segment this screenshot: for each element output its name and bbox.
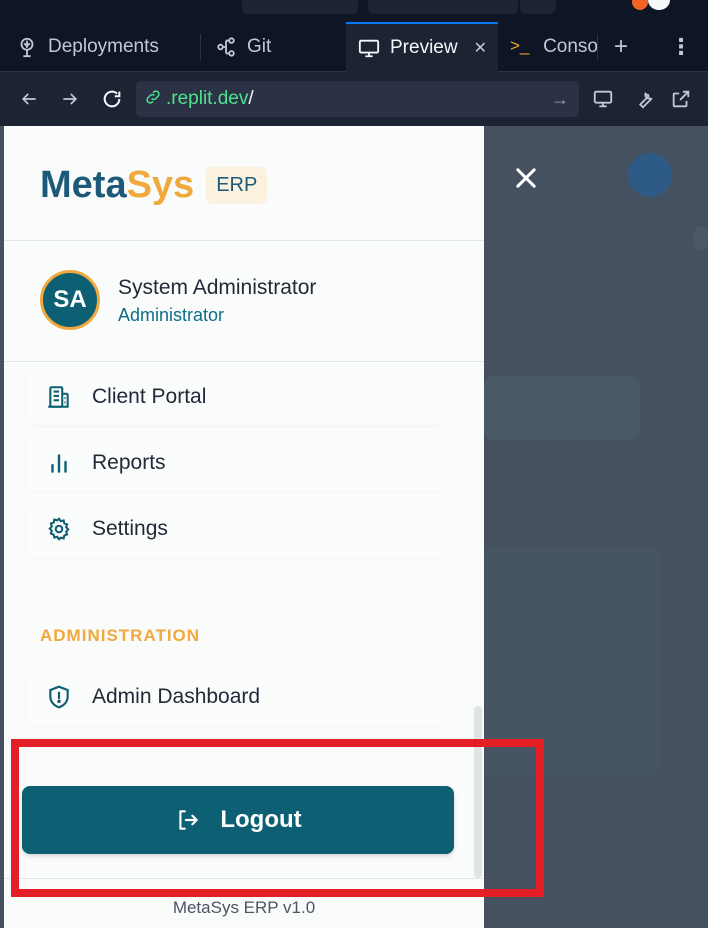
tab-separator [597,34,598,60]
user-avatar-icon[interactable] [648,0,670,10]
background-card [694,226,708,250]
new-tab-plus-icon[interactable]: + [608,22,634,72]
sidebar-item-label: Admin Dashboard [92,685,261,708]
brand-name-sys: Sys [126,164,195,206]
gear-icon [46,516,72,542]
sidebar-item-admin-dashboard[interactable]: Admin Dashboard [26,669,448,725]
tab-label: Conso [543,36,598,57]
sidebar-item-settings[interactable]: Settings [26,501,448,557]
user-name: System Administrator [118,276,317,299]
sidebar-item-label: Settings [92,517,168,540]
shield-icon [46,684,72,710]
brand-logo: Meta Sys ERP [40,164,268,207]
toolbar-button[interactable] [242,0,358,14]
sidebar-item-label: Client Portal [92,385,207,408]
brand-name-meta: Meta [40,164,127,206]
avatar: SA [40,270,100,330]
reload-icon[interactable] [99,86,125,112]
tab-deployments[interactable]: Deployments [0,22,200,72]
user-role: Administrator [118,305,225,325]
tab-label: Preview [390,37,458,58]
address-bar: .replit.dev/ → [0,72,708,126]
close-tab-icon[interactable]: ✕ [474,38,487,58]
building-icon [46,384,72,410]
background-card [484,376,640,440]
divider [4,361,484,362]
tab-console[interactable]: >_ Conso [498,22,598,72]
notification-dot-icon [632,0,648,10]
devices-icon[interactable] [590,86,616,112]
url-text: .replit.dev/ [166,88,254,109]
more-options-icon[interactable]: ⋮ [668,22,694,72]
highlight-annotation [11,739,544,897]
tab-label: Git [247,36,272,57]
forward-arrow-icon[interactable] [57,86,83,112]
tab-label: Deployments [48,36,159,57]
console-icon: >_ [510,36,530,55]
window-top-strip [0,0,708,22]
deployments-icon [16,36,38,58]
toolbar-button[interactable] [520,0,556,14]
tab-git[interactable]: Git [201,22,346,72]
bar-chart-icon [46,450,72,476]
sidebar-item-label: Reports [92,451,166,474]
tab-preview[interactable]: Preview ✕ [346,22,498,72]
open-external-icon[interactable] [668,86,694,112]
brand-badge: ERP [206,167,268,204]
url-field[interactable]: .replit.dev/ → [136,81,579,117]
toolbar-button[interactable] [368,0,518,14]
background-avatar [628,153,672,197]
tab-bar: Deployments Git Preview ✕ >_ Conso [0,22,708,72]
git-branch-icon [215,36,237,58]
go-arrow-icon[interactable]: → [551,89,569,110]
sidebar-item-reports[interactable]: Reports [26,435,448,491]
app-version: MetaSys ERP v1.0 [172,898,316,917]
close-drawer-icon[interactable] [508,160,544,196]
link-icon [144,88,162,111]
section-title-administration: ADMINISTRATION [40,626,201,645]
sidebar-item-client-portal[interactable]: Client Portal [26,369,448,425]
back-arrow-icon[interactable] [16,86,42,112]
divider [4,240,484,241]
wrench-icon[interactable] [630,86,656,112]
monitor-icon [358,37,380,59]
